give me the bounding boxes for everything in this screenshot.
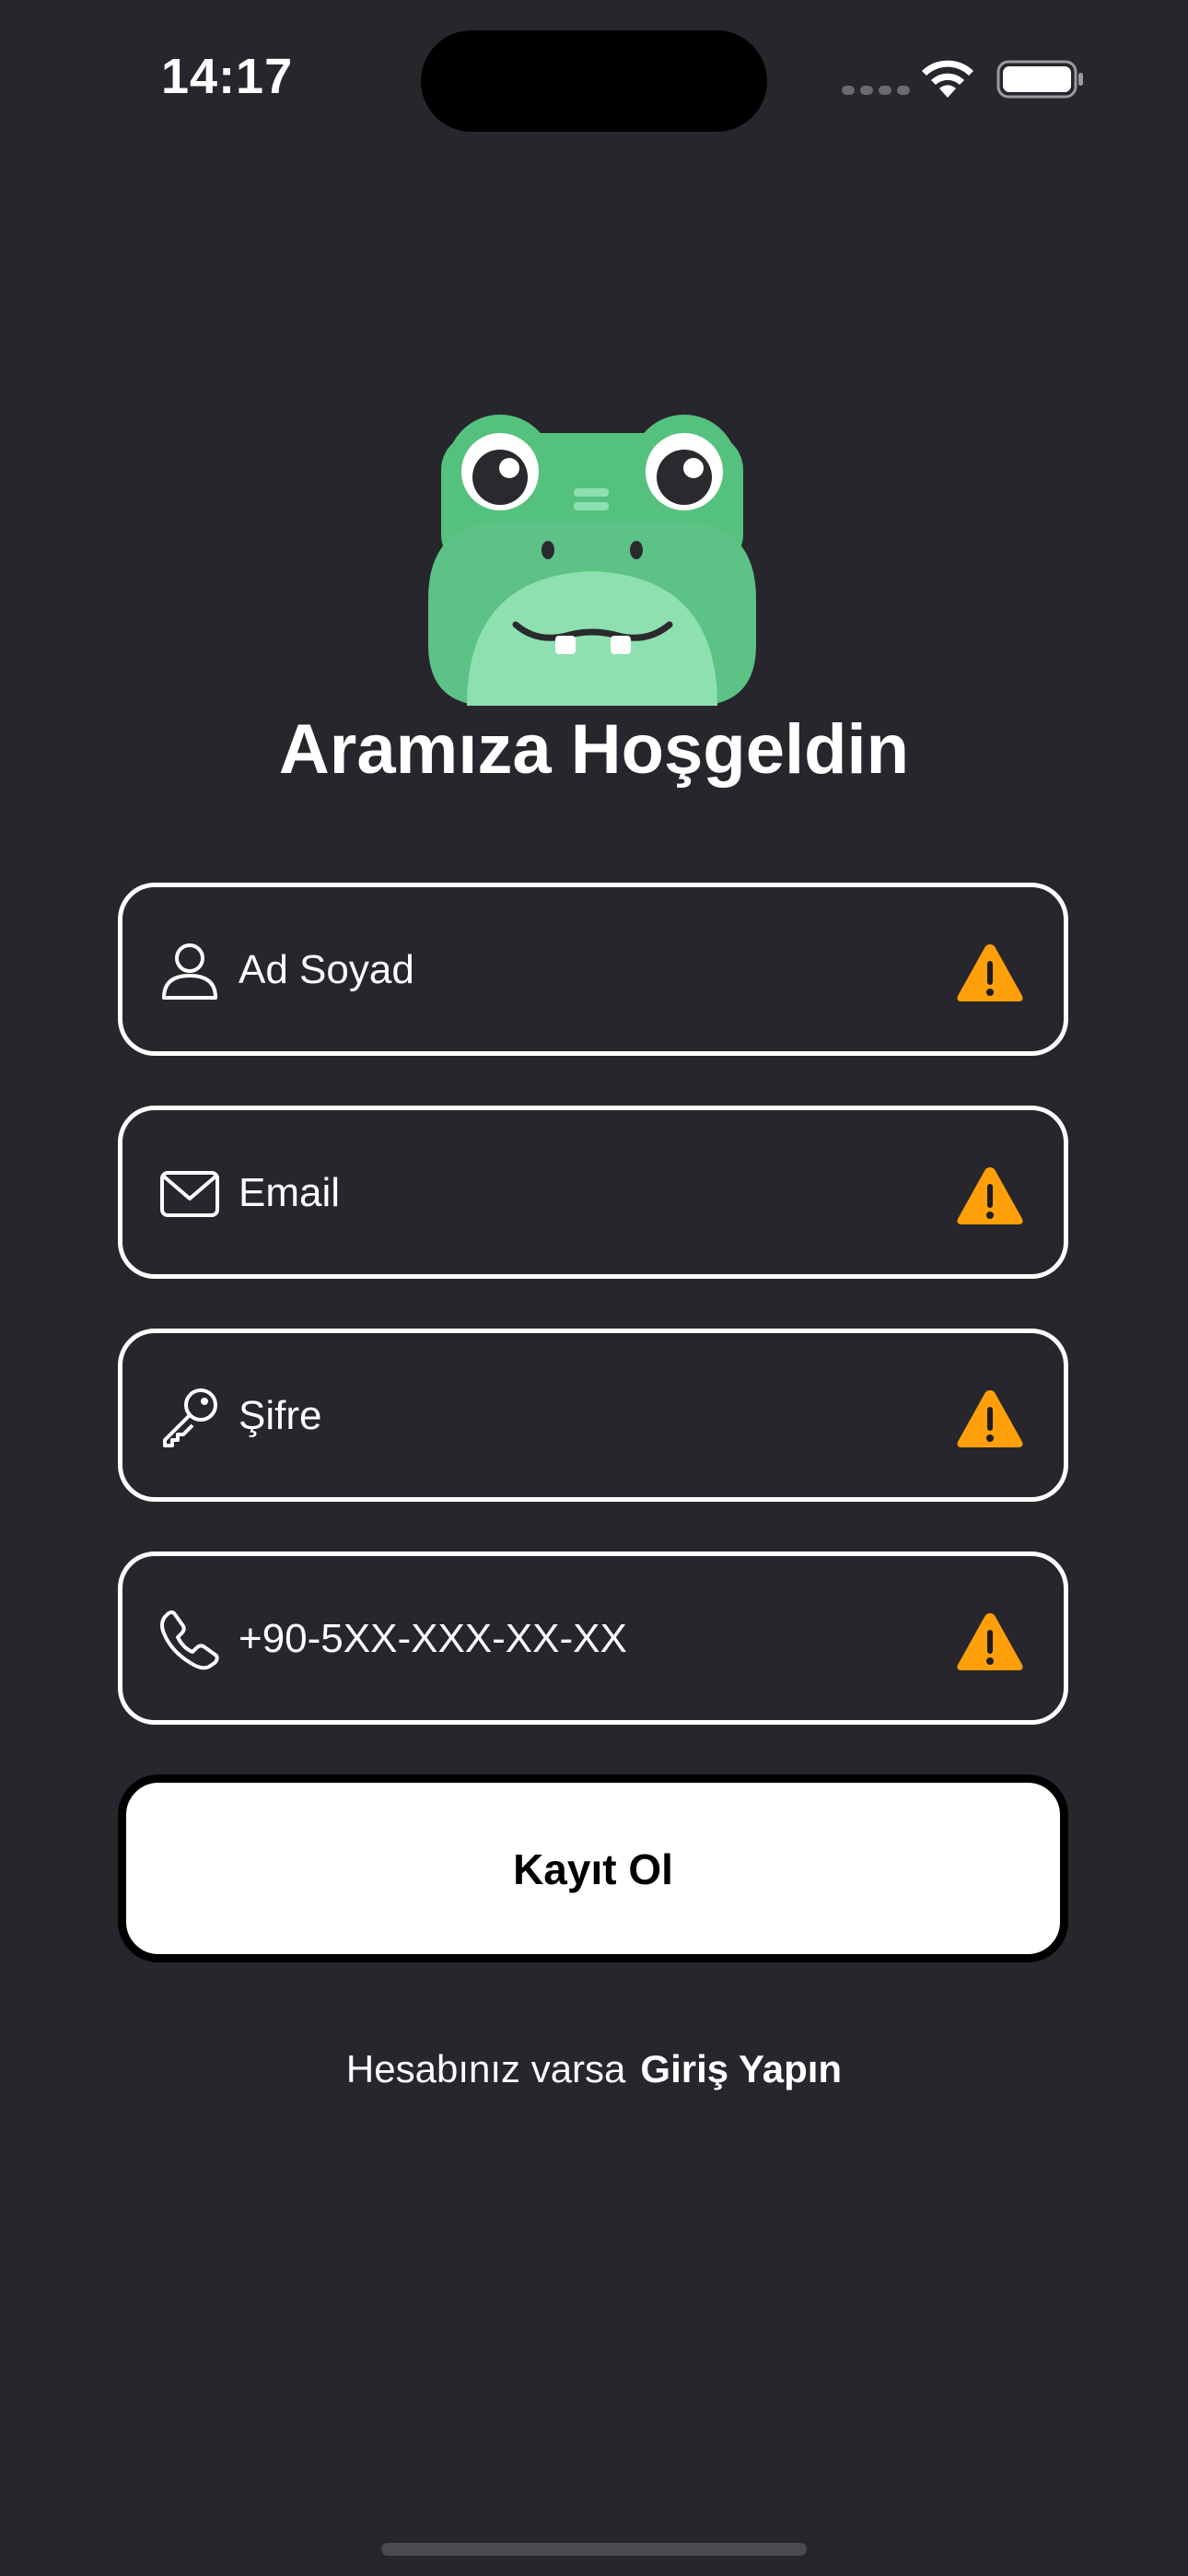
- name-input[interactable]: [239, 924, 957, 1016]
- page-title: Aramıza Hoşgeldin: [278, 710, 910, 789]
- phone-field[interactable]: [118, 1551, 1068, 1725]
- person-icon: [162, 943, 217, 1000]
- mail-icon: [160, 1171, 219, 1217]
- name-field[interactable]: [118, 883, 1068, 1056]
- login-prompt-row: Hesabınız varsa Giriş Yapın: [0, 2047, 1188, 2091]
- email-input[interactable]: [239, 1147, 957, 1239]
- warning-icon: [957, 1613, 1023, 1670]
- frog-logo: [428, 415, 756, 706]
- status-time: 14:17: [161, 49, 294, 104]
- password-input[interactable]: [239, 1370, 957, 1462]
- home-indicator[interactable]: [381, 2543, 807, 2556]
- register-button[interactable]: Kayıt Ol: [118, 1774, 1068, 1962]
- key-icon: [163, 1388, 217, 1447]
- warning-icon: [957, 1167, 1023, 1224]
- phone-input[interactable]: [239, 1593, 957, 1685]
- login-prompt-text: Hesabınız varsa: [345, 2047, 626, 2090]
- warning-icon: [957, 944, 1023, 1001]
- email-field[interactable]: [118, 1106, 1068, 1279]
- status-bar: 14:17: [0, 0, 1188, 147]
- battery-icon: [996, 60, 1083, 99]
- dynamic-island: [421, 30, 767, 132]
- warning-icon: [957, 1390, 1023, 1447]
- phone-icon: [160, 1610, 219, 1670]
- password-field[interactable]: [118, 1329, 1068, 1502]
- wifi-icon: [922, 60, 973, 98]
- login-link[interactable]: Giriş Yapın: [640, 2047, 842, 2090]
